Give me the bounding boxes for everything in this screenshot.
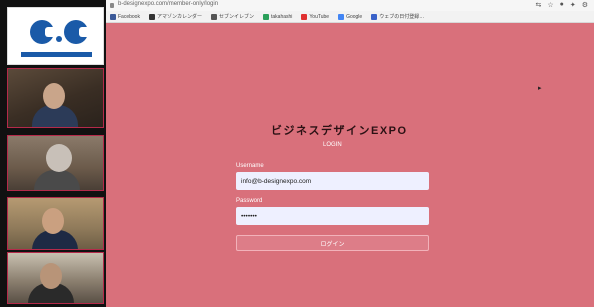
facebook-icon bbox=[110, 13, 116, 20]
bookmarks-bar: Facebook アマゾンカレンダー セブンイレブン takahashi You… bbox=[106, 11, 594, 23]
login-heading: LOGIN bbox=[323, 142, 342, 148]
logo bbox=[30, 20, 90, 44]
username-label: Username bbox=[236, 163, 264, 169]
puzzle-icon[interactable]: ✦ bbox=[570, 1, 576, 9]
bookmark-facebook[interactable]: Facebook bbox=[110, 13, 140, 20]
extension-icon[interactable]: ● bbox=[560, 1, 564, 9]
video-tile-1[interactable] bbox=[7, 68, 104, 128]
logo-tile bbox=[7, 7, 104, 65]
login-button[interactable]: ログイン bbox=[236, 235, 429, 251]
address-bar[interactable]: b-designexpo.com/member-only/login ⇆ ☆ ●… bbox=[106, 0, 594, 11]
bookmark-youtube[interactable]: YouTube bbox=[301, 13, 329, 20]
bookmark-misc[interactable]: ウェブの日付登録… bbox=[371, 13, 424, 20]
password-input[interactable] bbox=[236, 207, 429, 225]
translate-icon[interactable]: ⇆ bbox=[535, 1, 541, 9]
mouse-cursor-icon: ▸ bbox=[538, 85, 542, 92]
username-input[interactable] bbox=[236, 172, 429, 190]
bookmark-calendar[interactable]: アマゾンカレンダー bbox=[148, 13, 202, 20]
page-title: ビジネスデザインEXPO bbox=[271, 125, 408, 137]
password-label: Password bbox=[236, 198, 263, 204]
youtube-icon bbox=[301, 13, 308, 20]
url-text[interactable]: b-designexpo.com/member-only/login bbox=[118, 1, 218, 7]
browser-toolbar: ⇆ ☆ ● ✦ ⚙ bbox=[535, 1, 588, 9]
bookmark-seven[interactable]: セブンイレブン bbox=[210, 13, 254, 20]
video-tile-4[interactable] bbox=[7, 252, 104, 304]
google-icon bbox=[338, 13, 345, 20]
logo-bar bbox=[21, 52, 92, 57]
video-tile-3[interactable] bbox=[7, 197, 104, 250]
star-icon[interactable]: ☆ bbox=[547, 1, 553, 9]
folder-icon bbox=[263, 13, 269, 20]
lock-icon bbox=[110, 3, 114, 8]
store-icon bbox=[210, 13, 217, 20]
browser-window: b-designexpo.com/member-only/login ⇆ ☆ ●… bbox=[106, 0, 594, 307]
participant-sidebar bbox=[0, 0, 106, 307]
calendar-icon bbox=[148, 13, 155, 20]
bookmark-google[interactable]: Google bbox=[338, 13, 362, 20]
video-tile-2[interactable] bbox=[7, 135, 104, 191]
bookmark-icon bbox=[371, 13, 378, 20]
bookmark-takahashi[interactable]: takahashi bbox=[263, 13, 292, 20]
settings-icon[interactable]: ⚙ bbox=[582, 1, 588, 9]
